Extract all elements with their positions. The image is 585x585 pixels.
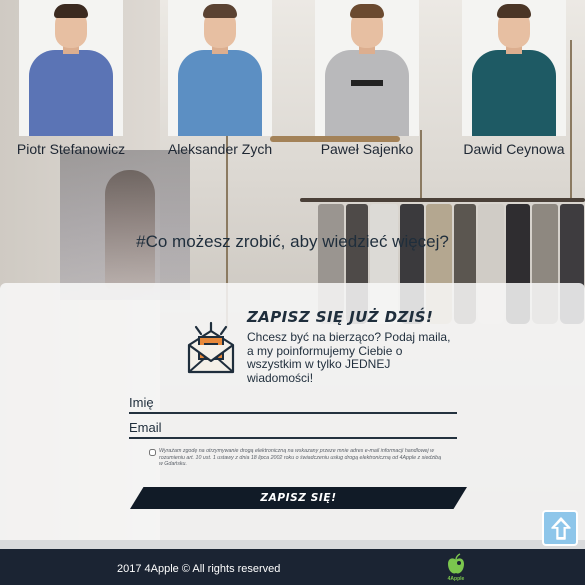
member-shirt: [29, 50, 113, 136]
scroll-to-top-button[interactable]: [542, 510, 578, 546]
member-hair: [350, 4, 384, 18]
team-member: Piotr Stefanowicz: [0, 0, 146, 157]
member-photo: [315, 0, 419, 136]
consent-checkbox[interactable]: [149, 449, 156, 456]
copyright-text: 2017 4Apple © All rights reserved: [117, 563, 281, 575]
member-name: Paweł Sajenko: [320, 141, 414, 157]
member-hair: [54, 4, 88, 18]
background-person: [105, 170, 155, 290]
member-photo: [462, 0, 566, 136]
member-photo: [168, 0, 272, 136]
team-member: Paweł Sajenko: [292, 0, 442, 157]
signup-description: Chcesz być na bierząco? Podaj maila, a m…: [247, 330, 451, 385]
question-heading: #Co możesz zrobić, aby wiedzieć więcej?: [136, 232, 449, 251]
consent-text: Wyrażam zgodę na otrzymywanie drogą elek…: [159, 448, 442, 467]
signup-header: ZAPISZ SIĘ JUŻ DZIŚ! Chcesz być na bierz…: [186, 305, 476, 385]
email-input[interactable]: [129, 417, 457, 439]
member-photo: [19, 0, 123, 136]
member-name: Dawid Ceynowa: [463, 141, 565, 157]
footer: 2017 4Apple © All rights reserved 4Apple: [0, 549, 585, 585]
consent-group: Wyrażam zgodę na otrzymywanie drogą elek…: [149, 448, 445, 468]
clothing-rack: [300, 198, 585, 202]
submit-button[interactable]: ZAPISZ SIĘ!: [130, 487, 467, 509]
logo-label: 4Apple: [447, 576, 465, 582]
envelope-icon: [187, 321, 235, 374]
shirt-print: [351, 80, 383, 86]
member-shirt: [472, 50, 556, 136]
team-member: Aleksander Zych: [145, 0, 295, 157]
member-name: Piotr Stefanowicz: [16, 141, 126, 157]
member-hair: [203, 4, 237, 18]
member-name: Aleksander Zych: [167, 141, 273, 157]
signup-title: ZAPISZ SIĘ JUŻ DZIŚ!: [247, 308, 434, 326]
apple-logo-icon[interactable]: 4Apple: [444, 553, 468, 583]
apple-logo-shape: [448, 553, 464, 574]
team-section: Piotr Stefanowicz Aleksander Zych Paweł …: [0, 0, 585, 165]
member-shirt: [178, 50, 262, 136]
arrow-up-icon: [551, 517, 571, 540]
team-member: Dawid Ceynowa: [439, 0, 585, 157]
name-input[interactable]: [129, 392, 457, 414]
member-hair: [497, 4, 531, 18]
member-shirt: [325, 50, 409, 136]
